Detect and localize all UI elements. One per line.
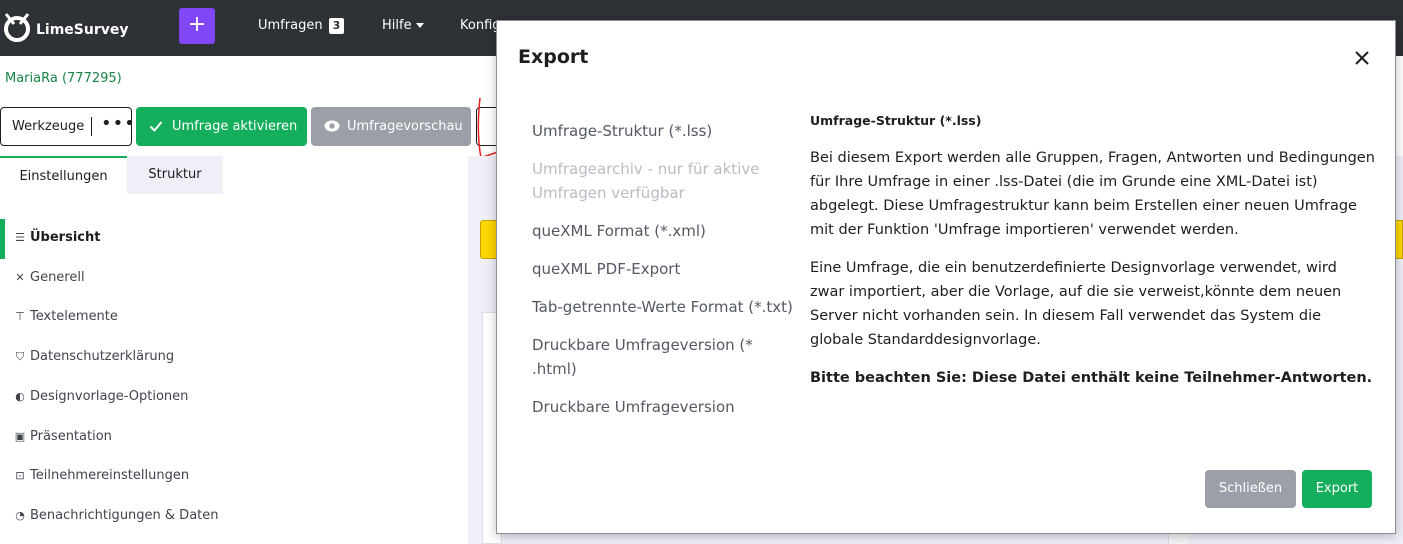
list-icon: ☰: [15, 231, 25, 244]
sidebar-item-privacy[interactable]: ⛉ Datenschutzerklärung: [14, 347, 174, 367]
contrast-icon: ◐: [15, 390, 25, 403]
description-paragraph: Bei diesem Export werden alle Gruppen, F…: [810, 150, 1375, 238]
chevron-down-icon: [415, 23, 424, 28]
format-option-printable[interactable]: Druckbare Umfrageversion: [532, 395, 794, 419]
sidebar-item-label: Textelemente: [30, 309, 118, 324]
create-button[interactable]: +: [179, 8, 215, 44]
sidebar-item-overview[interactable]: ☰ Übersicht: [14, 228, 100, 248]
sidebar-item-participant-settings[interactable]: ⊡ Teilnehmereinstellungen: [14, 466, 189, 486]
activate-survey-button[interactable]: Umfrage aktivieren: [136, 107, 307, 146]
close-icon[interactable]: [1354, 50, 1370, 66]
sidebar-item-presentation[interactable]: ▣ Präsentation: [14, 427, 112, 447]
tab-settings[interactable]: Einstellungen: [0, 156, 127, 194]
nav-help-label: Hilfe: [382, 18, 412, 33]
surveys-count-badge: 3: [328, 18, 345, 34]
participants-icon: ⊡: [15, 469, 25, 482]
description-note: Bitte beachten Sie: Diese Datei enthält …: [810, 370, 1373, 386]
sidebar-item-label: Datenschutzerklärung: [30, 349, 175, 364]
nav-surveys-label: Umfragen: [258, 18, 323, 33]
export-button[interactable]: Export: [1302, 470, 1372, 508]
sidebar-item-text-elements[interactable]: ⊤ Textelemente: [14, 307, 118, 327]
sidebar-item-label: Generell: [30, 270, 85, 285]
description-paragraph: Eine Umfrage, die ein benutzerdefinierte…: [810, 260, 1342, 348]
format-option-lss[interactable]: Umfrage-Struktur (*.lss): [532, 119, 794, 143]
bell-icon: ◔: [15, 509, 25, 522]
tools-label: Werkzeuge: [12, 119, 85, 134]
active-indicator: [0, 219, 5, 259]
tools-button[interactable]: Werkzeuge •••: [0, 107, 135, 146]
format-option-archive: Umfragearchiv - nur für aktive Umfragen …: [532, 160, 760, 202]
sidebar-item-label: Übersicht: [30, 230, 101, 245]
survey-title[interactable]: MariaRa (777295): [5, 71, 122, 86]
export-modal: Export Umfrage-Struktur (*.lss) Umfragea…: [496, 20, 1396, 534]
presentation-icon: ▣: [14, 430, 26, 443]
format-option-quexml[interactable]: queXML Format (*.xml): [532, 219, 794, 243]
shield-icon: ⛉: [15, 350, 25, 363]
tab-structure[interactable]: Struktur: [127, 156, 223, 194]
format-option-quexml-pdf[interactable]: queXML PDF-Export: [532, 257, 794, 281]
sidebar-item-label: Teilnehmereinstellungen: [30, 468, 190, 483]
sidebar-item-notifications[interactable]: ◔ Benachrichtigungen & Daten: [14, 506, 219, 526]
brand-name[interactable]: LimeSurvey: [36, 22, 129, 38]
activate-survey-label: Umfrage aktivieren: [172, 119, 298, 134]
close-button[interactable]: Schließen: [1205, 470, 1296, 508]
sidebar-item-label: Designvorlage-Optionen: [30, 389, 189, 404]
nav-help[interactable]: Hilfe: [382, 18, 424, 33]
checkmark-icon: [149, 121, 163, 132]
more-options-icon[interactable]: •••: [101, 113, 136, 134]
preview-survey-label: Umfragevorschau: [347, 119, 463, 134]
nav-configuration[interactable]: Konfig: [460, 18, 501, 33]
nav-surveys[interactable]: Umfragen 3: [258, 18, 345, 34]
divider: [91, 117, 92, 136]
preview-survey-button[interactable]: Umfragevorschau: [311, 107, 471, 146]
tools-icon: ✕: [15, 271, 25, 284]
eye-icon: [324, 120, 340, 132]
limesurvey-logo-icon[interactable]: [0, 10, 34, 44]
description-title: Umfrage-Struktur (*.lss): [810, 113, 982, 128]
text-icon: ⊤: [15, 310, 25, 323]
sidebar-item-general[interactable]: ✕ Generell: [14, 268, 85, 288]
format-option-tsv[interactable]: Tab-getrennte-Werte Format (*.txt): [532, 295, 794, 319]
sidebar-item-label: Präsentation: [30, 429, 112, 444]
sidebar-item-label: Benachrichtigungen & Daten: [30, 508, 219, 523]
sidebar-item-theme-options[interactable]: ◐ Designvorlage-Optionen: [14, 387, 188, 407]
format-option-printable-html[interactable]: Druckbare Umfrageversion (* .html): [532, 333, 772, 381]
modal-title: Export: [518, 46, 589, 68]
